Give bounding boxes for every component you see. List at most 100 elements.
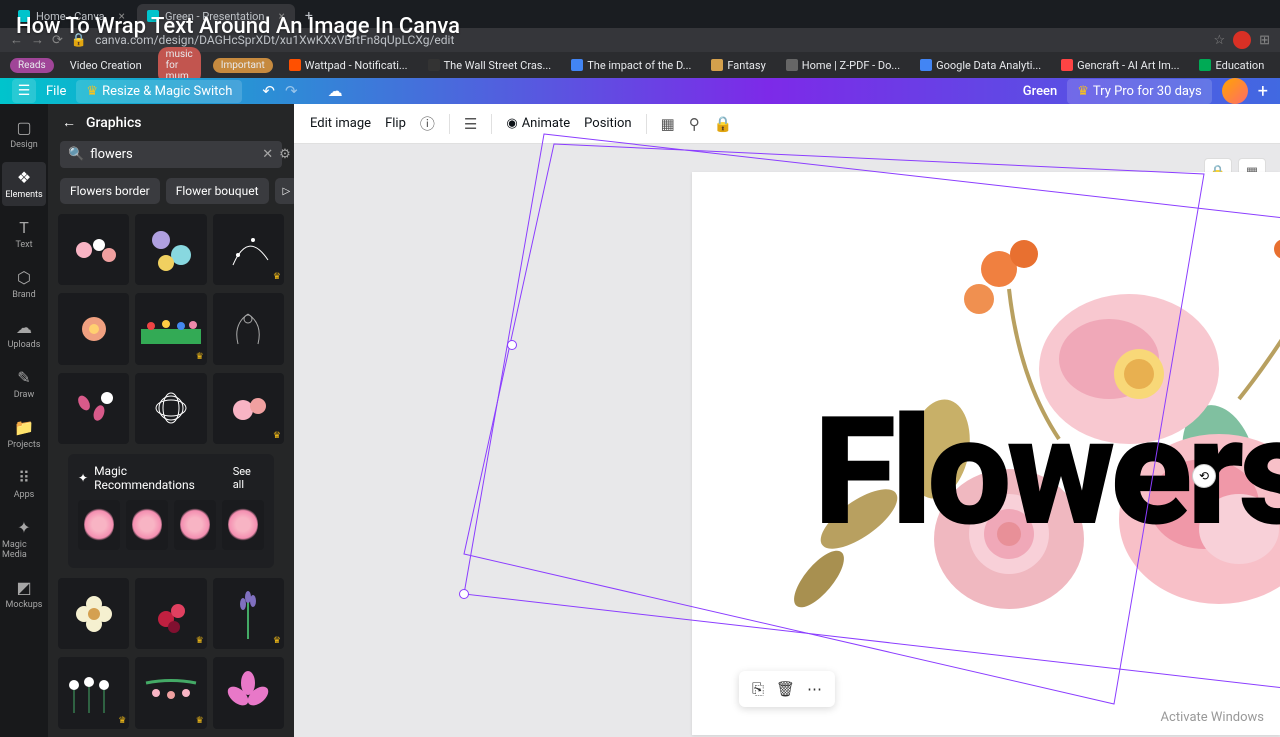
- copy-style-icon[interactable]: ⚲: [689, 115, 700, 133]
- position-button[interactable]: Position: [584, 116, 631, 131]
- flower-thumb: [223, 388, 273, 428]
- search-icon: 🔍: [68, 147, 84, 162]
- user-avatar[interactable]: [1222, 78, 1248, 104]
- main-area: ▢Design ❖Elements TText ⬡Brand ☁Uploads …: [0, 104, 1280, 737]
- clear-icon[interactable]: ✕: [262, 147, 273, 162]
- graphic-tile[interactable]: ♛: [213, 373, 284, 444]
- graphic-tile[interactable]: [58, 578, 129, 649]
- hamburger-icon[interactable]: ☰: [12, 79, 36, 103]
- results-grid[interactable]: ♛ ♛ ♛ ✦Magic RecommendationsSee all: [48, 214, 294, 737]
- bookmark[interactable]: Reads: [10, 58, 54, 73]
- floating-toolbar: ⎘ 🗑 ⋯: [739, 671, 835, 707]
- rail-draw[interactable]: ✎Draw: [2, 362, 46, 406]
- flower-thumb: [223, 304, 273, 354]
- graphic-tile[interactable]: [135, 214, 206, 285]
- resize-handle[interactable]: [507, 340, 517, 350]
- graphic-tile[interactable]: [222, 500, 264, 550]
- filter-chips: Flowers border Flower bouquet ▷: [48, 178, 294, 214]
- see-all-link[interactable]: See all: [233, 465, 264, 491]
- flower-thumb: [74, 594, 114, 634]
- graphic-tile[interactable]: [58, 214, 129, 285]
- back-icon[interactable]: ←: [62, 114, 76, 131]
- design-icon: ▢: [16, 118, 31, 137]
- graphic-tile[interactable]: [58, 293, 129, 364]
- document-name[interactable]: Green: [1023, 84, 1058, 99]
- chip-flower-bouquet[interactable]: Flower bouquet: [166, 178, 269, 204]
- delete-icon[interactable]: 🗑: [773, 677, 798, 701]
- graphic-tile[interactable]: ♛: [135, 293, 206, 364]
- star-icon[interactable]: ☆: [1213, 33, 1225, 48]
- graphic-tile[interactable]: ♛: [213, 214, 284, 285]
- bookmark[interactable]: Google Data Analyti...: [916, 57, 1045, 74]
- rail-projects[interactable]: 📁Projects: [2, 412, 46, 456]
- magic-title: Magic Recommendations: [94, 464, 227, 492]
- rail-text[interactable]: TText: [2, 212, 46, 256]
- rail-elements[interactable]: ❖Elements: [2, 162, 46, 206]
- flower-thumb: [141, 314, 201, 344]
- graphic-tile[interactable]: [135, 373, 206, 444]
- bookmark[interactable]: Important: [213, 58, 273, 73]
- add-user-icon[interactable]: +: [1258, 81, 1268, 102]
- rail-uploads[interactable]: ☁Uploads: [2, 312, 46, 356]
- flower-thumb: [141, 673, 201, 713]
- bookmark[interactable]: Fantasy: [707, 57, 769, 74]
- graphic-tile[interactable]: [213, 293, 284, 364]
- file-menu[interactable]: File: [46, 84, 66, 99]
- rail-design[interactable]: ▢Design: [2, 112, 46, 156]
- more-icon[interactable]: ⋯: [804, 677, 825, 701]
- graphic-tile[interactable]: [213, 657, 284, 728]
- brand-icon: ⬡: [17, 268, 31, 287]
- canvas-area: Edit image Flip ⓘ ☰ ◉Animate Position ▦ …: [294, 104, 1280, 737]
- context-toolbar: Edit image Flip ⓘ ☰ ◉Animate Position ▦ …: [294, 104, 1280, 144]
- canva-app: ☰ File ♛Resize & Magic Switch ↶ ↷ ☁ Gree…: [0, 78, 1280, 720]
- rail-mockups[interactable]: ◩Mockups: [2, 572, 46, 616]
- bookmark[interactable]: Video Creation: [66, 57, 146, 74]
- graphic-tile[interactable]: [174, 500, 216, 550]
- bookmark[interactable]: Education: [1195, 57, 1268, 74]
- bookmark[interactable]: Home | Z-PDF - Do...: [782, 57, 904, 74]
- bookmark[interactable]: Wattpad - Notificati...: [285, 57, 412, 74]
- filter-icon[interactable]: ⚙: [279, 147, 291, 162]
- bookmark[interactable]: Gencraft - AI Art Im...: [1057, 57, 1183, 74]
- transparency-icon[interactable]: ▦: [661, 115, 675, 133]
- graphic-tile[interactable]: ♛: [58, 657, 129, 728]
- lock-icon[interactable]: 🔒: [714, 115, 733, 133]
- edit-image-button[interactable]: Edit image: [310, 116, 371, 131]
- graphic-tile[interactable]: [126, 500, 168, 550]
- search-box[interactable]: 🔍 ✕ ⚙: [60, 141, 282, 168]
- flower-thumb: [132, 507, 161, 542]
- resize-magic-button[interactable]: ♛Resize & Magic Switch: [76, 80, 242, 103]
- try-pro-button[interactable]: ♛Try Pro for 30 days: [1067, 79, 1212, 104]
- graphic-tile[interactable]: ♛: [213, 578, 284, 649]
- bookmark[interactable]: The Wall Street Cras...: [424, 57, 556, 74]
- duplicate-icon[interactable]: ⎘: [749, 677, 767, 701]
- flower-thumb: [228, 507, 257, 542]
- info-icon[interactable]: ⓘ: [420, 113, 435, 134]
- rotate-handle[interactable]: ⟲: [1192, 464, 1216, 488]
- extensions-icon[interactable]: ⊞: [1259, 33, 1270, 48]
- mockups-icon: ◩: [16, 578, 31, 597]
- search-input[interactable]: [90, 147, 256, 162]
- rail-brand[interactable]: ⬡Brand: [2, 262, 46, 306]
- resize-handle[interactable]: [459, 589, 469, 599]
- bookmark[interactable]: The impact of the D...: [567, 57, 695, 74]
- play-icon: ◉: [506, 116, 517, 131]
- graphic-tile[interactable]: ♛: [135, 578, 206, 649]
- extension-icon[interactable]: [1233, 31, 1251, 49]
- animate-button[interactable]: ◉Animate: [506, 116, 570, 131]
- list-icon[interactable]: ☰: [464, 115, 477, 133]
- graphic-tile[interactable]: ♛: [135, 657, 206, 728]
- chip-flowers-border[interactable]: Flowers border: [60, 178, 160, 204]
- graphic-tile[interactable]: [58, 373, 129, 444]
- undo-icon[interactable]: ↶: [262, 82, 275, 100]
- rail-apps[interactable]: ⠿Apps: [2, 462, 46, 506]
- canvas-stage[interactable]: 🔒 ▦: [294, 144, 1280, 737]
- flip-button[interactable]: Flip: [385, 116, 406, 131]
- cloud-sync-icon[interactable]: ☁: [328, 82, 343, 100]
- magic-recommendations: ✦Magic RecommendationsSee all: [68, 454, 274, 568]
- projects-icon: 📁: [14, 418, 34, 437]
- rail-magic-media[interactable]: ✦Magic Media: [2, 512, 46, 566]
- graphic-tile[interactable]: [78, 500, 120, 550]
- redo-icon[interactable]: ↷: [285, 82, 298, 100]
- flower-thumb: [69, 383, 119, 433]
